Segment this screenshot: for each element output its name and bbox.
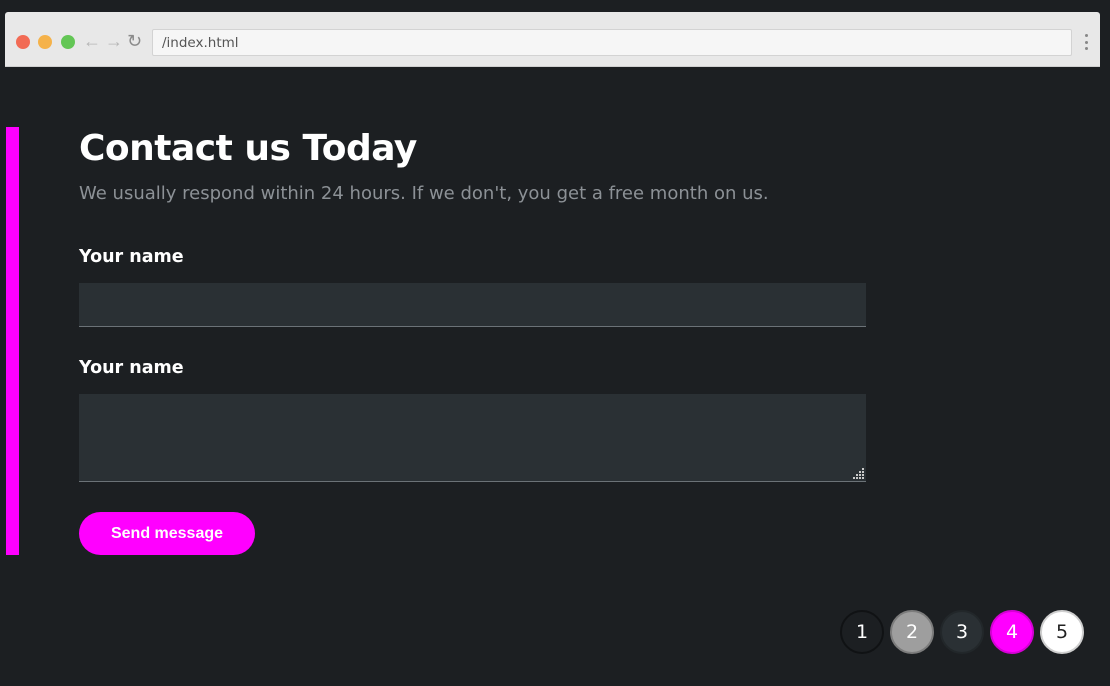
name-input[interactable] [79, 283, 866, 327]
page-button-4[interactable]: 4 [990, 610, 1034, 654]
accent-bar [6, 127, 19, 555]
forward-arrow-icon[interactable]: → [105, 30, 123, 52]
browser-toolbar: ← → ↻ /index.html [5, 12, 1100, 67]
maximize-window-button[interactable] [61, 35, 75, 49]
page-button-3[interactable]: 3 [940, 610, 984, 654]
reload-icon[interactable]: ↻ [127, 30, 142, 52]
page-title: Contact us Today [79, 128, 417, 169]
minimize-window-button[interactable] [38, 35, 52, 49]
resize-handle-icon[interactable] [853, 468, 864, 479]
kebab-menu-icon[interactable] [1084, 34, 1088, 50]
name-field-label: Your name [79, 247, 184, 267]
send-message-button[interactable]: Send message [79, 512, 255, 555]
page-button-2[interactable]: 2 [890, 610, 934, 654]
back-arrow-icon[interactable]: ← [83, 30, 101, 52]
close-window-button[interactable] [16, 35, 30, 49]
address-bar[interactable]: /index.html [152, 29, 1072, 56]
pagination: 1 2 3 4 5 [840, 610, 1084, 654]
message-field-label: Your name [79, 358, 184, 378]
page-button-1[interactable]: 1 [840, 610, 884, 654]
page-subtitle: We usually respond within 24 hours. If w… [79, 183, 769, 204]
message-textarea[interactable] [79, 394, 866, 482]
page-button-5[interactable]: 5 [1040, 610, 1084, 654]
